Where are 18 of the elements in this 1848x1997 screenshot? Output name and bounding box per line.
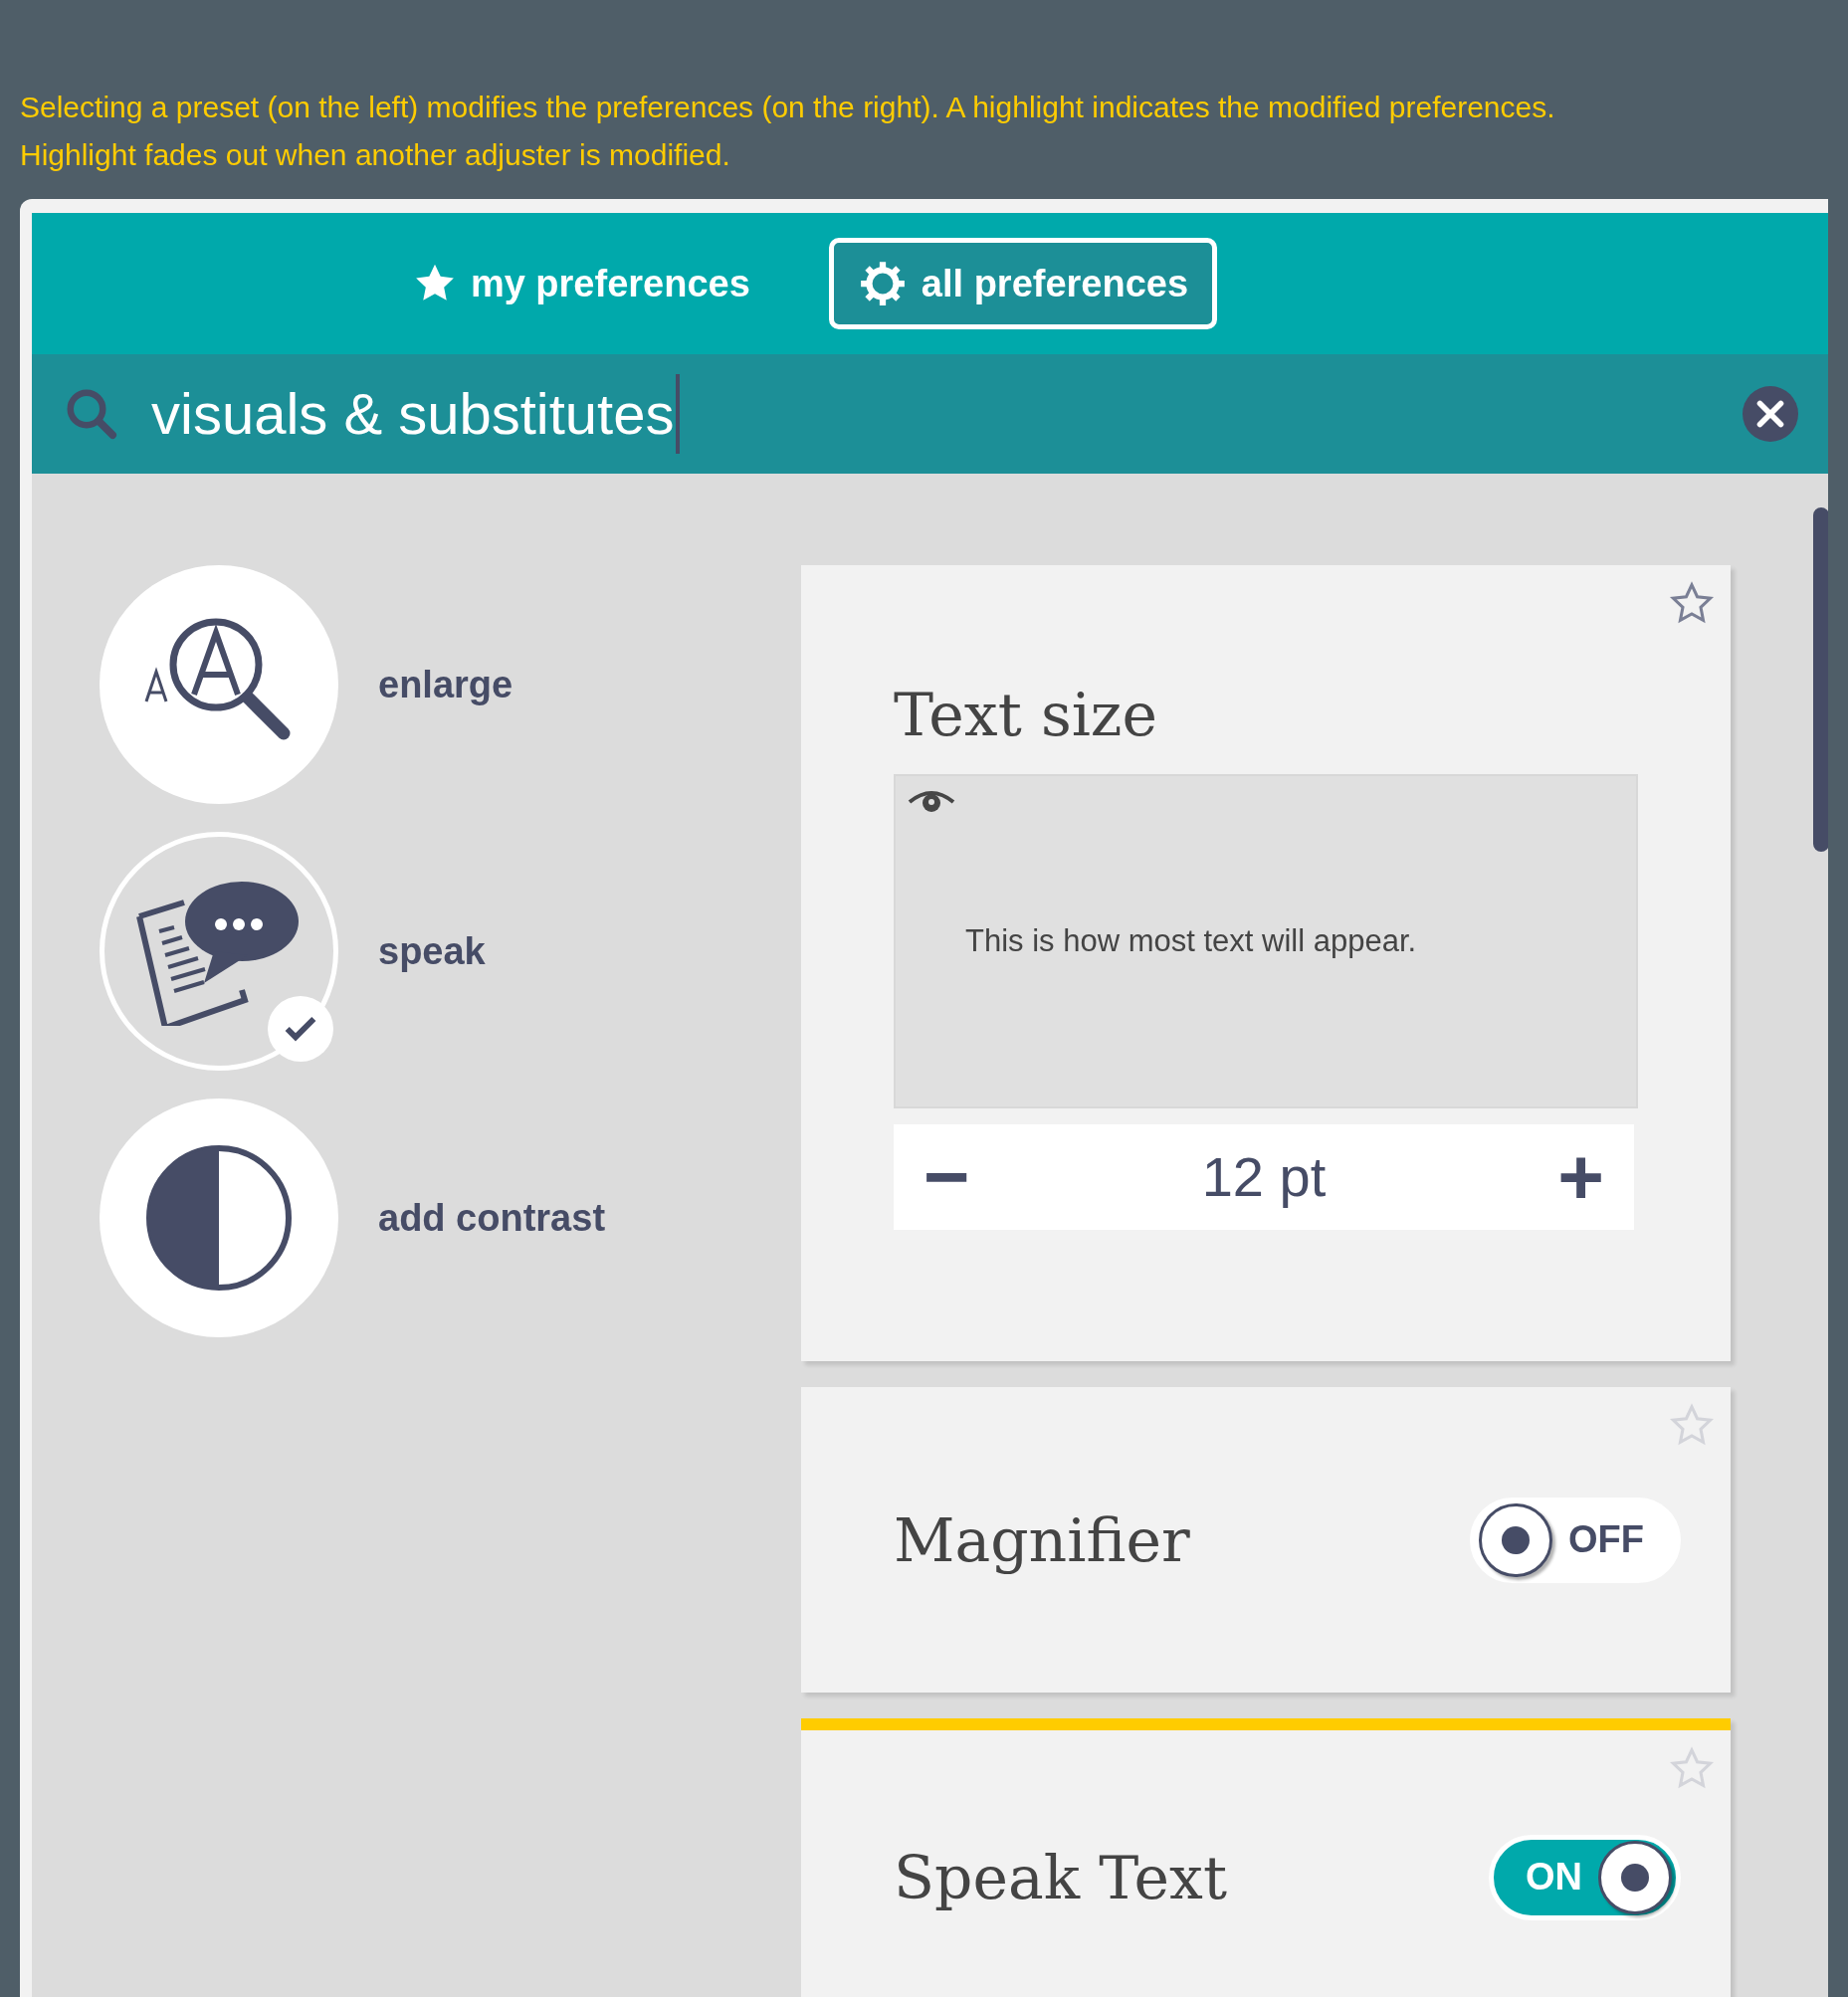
instruction-text: Selecting a preset (on the left) modifies the preferences (on the right). A highlight indicates the modified preferences. xyxy=(20,90,1555,125)
preview-text: This is how most text will appear. xyxy=(965,921,1417,960)
search-field[interactable]: visuals & substitutes xyxy=(151,374,1743,454)
preset-label: enlarge xyxy=(378,662,513,707)
adjuster-title: Text size xyxy=(894,685,1158,744)
close-icon[interactable] xyxy=(1743,386,1798,442)
preset-label: speak xyxy=(378,928,486,974)
stepper-value: 12 pt xyxy=(1201,1144,1327,1210)
check-icon xyxy=(268,996,333,1062)
stepper-control[interactable]: − 12 pt + xyxy=(894,1124,1634,1230)
decrease-button[interactable]: − xyxy=(924,1137,970,1217)
contrast-icon xyxy=(144,1143,294,1293)
increase-button[interactable]: + xyxy=(1557,1137,1604,1217)
tab[interactable]: all preferences xyxy=(828,238,1218,329)
toggle-switch[interactable]: OFF xyxy=(1470,1497,1681,1583)
instruction-text: Highlight fades out when another adjuster is modified. xyxy=(20,137,730,173)
preset-label: add contrast xyxy=(378,1195,606,1241)
scrollbar[interactable] xyxy=(1813,507,1828,852)
